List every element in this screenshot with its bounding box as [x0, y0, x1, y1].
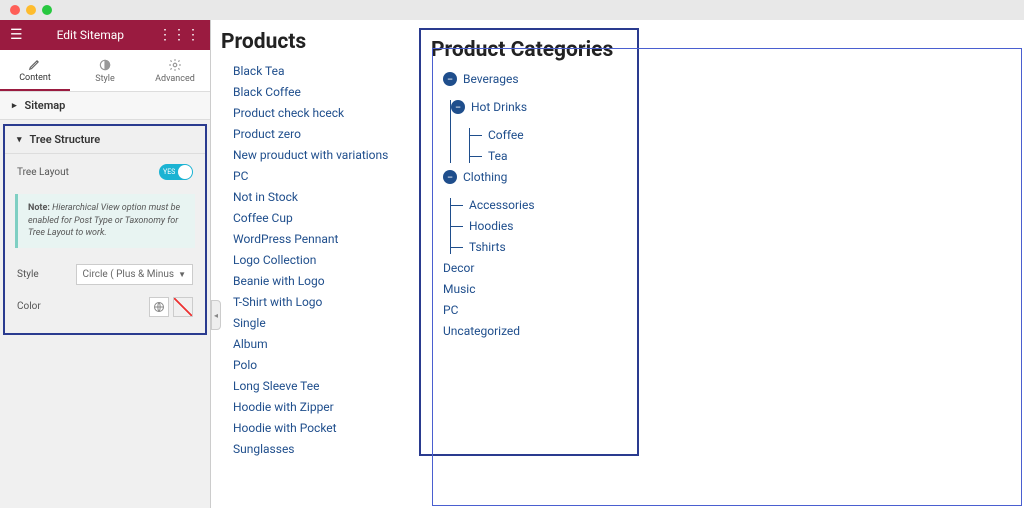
products-list: Black Tea Black Coffee Product check hceck…	[221, 64, 419, 456]
globe-icon	[153, 301, 165, 313]
accordion-tree-label: Tree Structure	[30, 133, 101, 146]
categories-column: Product Categories −Beverages−Hot Drinks…	[419, 28, 639, 456]
tab-content[interactable]: Content	[0, 50, 70, 91]
style-select[interactable]: Circle ( Plus & Minus ▼	[76, 264, 193, 285]
tree-node: −Hot Drinks	[451, 100, 627, 114]
contrast-icon	[98, 58, 112, 72]
style-label: Style	[17, 269, 39, 280]
tree-leaf[interactable]: Coffee	[470, 128, 627, 142]
tree-children: Coffee Tea	[469, 128, 627, 163]
window-chrome	[0, 0, 1024, 20]
tree-layout-toggle[interactable]: YES	[159, 164, 193, 180]
tree-children: −Hot Drinks Coffee Tea	[450, 100, 627, 163]
accordion-sitemap[interactable]: ▸ Sitemap	[0, 92, 210, 120]
chevron-down-icon: ▼	[178, 270, 186, 279]
list-item[interactable]: PC	[233, 169, 419, 183]
list-item[interactable]: Black Tea	[233, 64, 419, 78]
close-dot[interactable]	[10, 5, 20, 15]
chevron-right-icon: ▸	[12, 101, 17, 111]
tree-node-label[interactable]: Hot Drinks	[471, 100, 527, 114]
editor-sidebar: ☰ Edit Sitemap ⋮⋮⋮ Content Style Advance…	[0, 20, 211, 508]
note-text: Hierarchical View option must be enabled…	[28, 203, 180, 238]
apps-icon[interactable]: ⋮⋮⋮	[158, 27, 200, 43]
list-item[interactable]: T-Shirt with Logo	[233, 295, 419, 309]
note-box: Note: Hierarchical View option must be e…	[15, 194, 195, 248]
tab-style[interactable]: Style	[70, 50, 140, 91]
tree-node-label[interactable]: Clothing	[463, 170, 507, 184]
list-item[interactable]: Hoodie with Zipper	[233, 400, 419, 414]
tree-leaf[interactable]: Accessories	[451, 198, 627, 212]
list-item[interactable]: Music	[443, 282, 627, 296]
no-color-swatch[interactable]	[173, 297, 193, 317]
list-item[interactable]: Product check hceck	[233, 106, 419, 120]
list-item[interactable]: PC	[443, 303, 627, 317]
list-item[interactable]: Decor	[443, 261, 627, 275]
list-item[interactable]: WordPress Pennant	[233, 232, 419, 246]
tab-content-label: Content	[19, 73, 51, 83]
list-item[interactable]: Uncategorized	[443, 324, 627, 338]
products-heading: Products	[221, 30, 419, 54]
sidebar-header: ☰ Edit Sitemap ⋮⋮⋮	[0, 20, 210, 50]
color-label: Color	[17, 301, 41, 312]
list-item[interactable]: Hoodie with Pocket	[233, 421, 419, 435]
list-item[interactable]: Long Sleeve Tee	[233, 379, 419, 393]
products-column: Products Black Tea Black Coffee Product ch…	[221, 20, 419, 456]
accordion-tree[interactable]: ▾ Tree Structure	[5, 126, 205, 154]
tab-style-label: Style	[95, 74, 115, 84]
tree-node: −Clothing	[443, 170, 627, 184]
tree-leaf[interactable]: Hoodies	[451, 219, 627, 233]
tree-structure-panel: ▾ Tree Structure Tree Layout YES Note: H…	[3, 124, 207, 335]
tree-layout-row: Tree Layout YES	[5, 154, 205, 190]
toggle-knob	[178, 165, 192, 179]
pencil-icon	[28, 57, 42, 71]
tab-advanced-label: Advanced	[155, 74, 195, 84]
list-item[interactable]: Single	[233, 316, 419, 330]
tree-leaf[interactable]: Tea	[470, 149, 627, 163]
menu-icon[interactable]: ☰	[10, 27, 23, 43]
accordion-sitemap-label: Sitemap	[25, 99, 66, 112]
panel-title: Edit Sitemap	[57, 28, 124, 42]
list-item[interactable]: Sunglasses	[233, 442, 419, 456]
tab-advanced[interactable]: Advanced	[140, 50, 210, 91]
categories-heading: Product Categories	[431, 38, 627, 62]
style-row: Style Circle ( Plus & Minus ▼	[5, 258, 205, 291]
tree-node: −Beverages	[443, 72, 627, 86]
chevron-down-icon: ▾	[17, 135, 22, 145]
preview-canvas: ◂ Products Black Tea Black Coffee Product …	[211, 20, 1024, 508]
note-label: Note:	[28, 203, 50, 213]
tree-children: Accessories Hoodies Tshirts	[450, 198, 627, 254]
zoom-dot[interactable]	[42, 5, 52, 15]
collapse-icon[interactable]: −	[451, 100, 465, 114]
categories-tree: −Beverages−Hot DrinksCoffeeTea−ClothingA…	[431, 72, 627, 338]
panel-tabs: Content Style Advanced	[0, 50, 210, 92]
collapse-icon[interactable]: −	[443, 170, 457, 184]
tree-leaf[interactable]: Tshirts	[451, 240, 627, 254]
list-item[interactable]: Not in Stock	[233, 190, 419, 204]
list-item[interactable]: Black Coffee	[233, 85, 419, 99]
toggle-on-label: YES	[163, 168, 175, 176]
list-item[interactable]: Polo	[233, 358, 419, 372]
gear-icon	[168, 58, 182, 72]
tree-layout-label: Tree Layout	[17, 167, 69, 178]
global-color-swatch[interactable]	[149, 297, 169, 317]
list-item[interactable]: New prouduct with variations	[233, 148, 419, 162]
collapse-icon[interactable]: −	[443, 72, 457, 86]
list-item[interactable]: Beanie with Logo	[233, 274, 419, 288]
minimize-dot[interactable]	[26, 5, 36, 15]
color-row: Color	[5, 291, 205, 323]
collapse-sidebar-handle[interactable]: ◂	[211, 300, 221, 330]
list-item[interactable]: Album	[233, 337, 419, 351]
tree-node-label[interactable]: Beverages	[463, 72, 519, 86]
list-item[interactable]: Coffee Cup	[233, 211, 419, 225]
style-select-value: Circle ( Plus & Minus	[83, 269, 175, 280]
list-item[interactable]: Logo Collection	[233, 253, 419, 267]
list-item[interactable]: Product zero	[233, 127, 419, 141]
